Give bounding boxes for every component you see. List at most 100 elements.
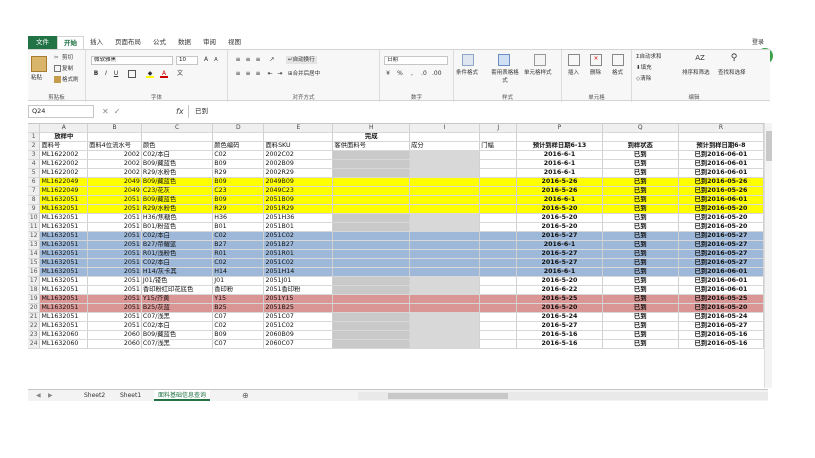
cell-arrival-status[interactable]: 已到 [602, 204, 679, 215]
cell-arrival-date[interactable]: 已到2016-05-26 [678, 186, 764, 197]
cell-serial[interactable]: 2051 [87, 240, 142, 251]
format-cells-button[interactable]: 格式 [612, 69, 623, 77]
column-header-J[interactable]: J [479, 124, 518, 134]
cell-color[interactable]: C07/浅黑 [141, 339, 214, 350]
cell-composition-redacted[interactable] [409, 231, 481, 242]
grow-font-icon[interactable]: A [202, 56, 210, 64]
cell-sku[interactable]: 2002R29 [263, 168, 334, 179]
ribbon-tab-0[interactable]: 文件 [28, 36, 57, 49]
align-left-icon[interactable]: ≡ [234, 70, 242, 78]
increase-indent-icon[interactable]: ⇥ [276, 70, 284, 78]
cell-sku[interactable]: 2049B09 [263, 177, 334, 188]
cell-arrival-date[interactable]: 已到2016-06-01 [678, 195, 764, 206]
cell-color-code[interactable]: C07 [212, 312, 265, 323]
cell-serial[interactable]: 2051 [87, 213, 142, 224]
cell-expected-date[interactable]: 2016-5-27 [516, 231, 603, 242]
cell-width-redacted[interactable] [479, 177, 518, 188]
cell-arrival-status[interactable]: 已到 [602, 285, 679, 296]
align-top-icon[interactable]: ≡ [234, 56, 242, 64]
insert-cells-icon[interactable] [568, 54, 580, 66]
cell-color-code[interactable]: B27 [212, 240, 265, 251]
cell-arrival-status[interactable]: 已到 [602, 339, 679, 350]
cell-color[interactable]: B25/灰蓝 [141, 303, 214, 314]
cell-h1[interactable]: 完成 [332, 132, 411, 143]
cell-composition-redacted[interactable] [409, 312, 481, 323]
number-format-select[interactable]: 日期 [384, 56, 448, 65]
ribbon-tab-1[interactable]: 开始 [57, 36, 84, 49]
cell-sku[interactable]: 2060C07 [263, 339, 334, 350]
cell-width-redacted[interactable] [479, 321, 518, 332]
wrap-text-button[interactable]: ↵自动换行 [286, 56, 317, 64]
cell-arrival-status[interactable]: 已到 [602, 330, 679, 341]
cell-fabric-no[interactable]: ML1632051 [39, 240, 89, 251]
cell-arrival-status[interactable]: 已到 [602, 321, 679, 332]
cell-composition-redacted[interactable] [409, 285, 481, 296]
cell-expected-date[interactable]: 2016-5-25 [516, 294, 603, 305]
cell-color[interactable]: Y15/芥黄 [141, 294, 214, 305]
header-d[interactable]: 颜色编码 [212, 141, 265, 152]
cell-composition-redacted[interactable] [409, 177, 481, 188]
cell-width-redacted[interactable] [479, 186, 518, 197]
cell-supplier-fabric-redacted[interactable] [332, 213, 411, 224]
cell-width-redacted[interactable] [479, 159, 518, 170]
cell-color[interactable]: B01/粉蓝色 [141, 222, 214, 233]
autosum-button[interactable]: Σ自动求和 [636, 53, 662, 61]
underline-icon[interactable]: U [112, 70, 120, 78]
cell-arrival-status[interactable]: 已到 [602, 159, 679, 170]
comma-icon[interactable]: , [408, 70, 416, 78]
cell-supplier-fabric-redacted[interactable] [332, 186, 411, 197]
cell-color-code[interactable]: B09 [212, 159, 265, 170]
cell-color[interactable]: C23/花灰 [141, 186, 214, 197]
cell-expected-date[interactable]: 2016-5-27 [516, 321, 603, 332]
paste-icon[interactable] [31, 56, 47, 72]
cell-empty[interactable] [602, 132, 679, 143]
cell-composition-redacted[interactable] [409, 150, 481, 161]
cell-color[interactable]: H36/焦糖色 [141, 213, 214, 224]
cell-arrival-status[interactable]: 已到 [602, 303, 679, 314]
cell-serial[interactable]: 2051 [87, 195, 142, 206]
cell-serial[interactable]: 2060 [87, 339, 142, 350]
cell-composition-redacted[interactable] [409, 276, 481, 287]
add-sheet-icon[interactable]: ⊕ [238, 390, 253, 401]
sort-filter-button[interactable]: 排序和筛选 [682, 69, 710, 77]
cell-supplier-fabric-redacted[interactable] [332, 159, 411, 170]
cell-sku[interactable]: 2051B09 [263, 195, 334, 206]
cell-width-redacted[interactable] [479, 312, 518, 323]
cell-sku[interactable]: 2051B25 [263, 303, 334, 314]
increase-decimal-icon[interactable]: .0 [420, 70, 428, 78]
ribbon-tab-2[interactable]: 插入 [84, 36, 109, 49]
find-select-button[interactable]: 查找和选择 [718, 69, 746, 77]
insert-cells-button[interactable]: 插入 [568, 69, 579, 77]
cell-composition-redacted[interactable] [409, 258, 481, 269]
cell-expected-date[interactable]: 2016-5-16 [516, 339, 603, 350]
cell-width-redacted[interactable] [479, 240, 518, 251]
cell-color[interactable]: R29/水粉色 [141, 168, 214, 179]
cell-supplier-fabric-redacted[interactable] [332, 330, 411, 341]
cell-serial[interactable]: 2051 [87, 204, 142, 215]
cell-supplier-fabric-redacted[interactable] [332, 168, 411, 179]
cell-fabric-no[interactable]: ML1632051 [39, 276, 89, 287]
column-header-B[interactable]: B [87, 124, 142, 134]
vertical-scroll-thumb[interactable] [766, 131, 772, 161]
cell-fabric-no[interactable]: ML1632051 [39, 312, 89, 323]
cell-arrival-date[interactable]: 已到2016-05-16 [678, 339, 764, 350]
cell-supplier-fabric-redacted[interactable] [332, 204, 411, 215]
cell-expected-date[interactable]: 2016-5-20 [516, 222, 603, 233]
cell-arrival-date[interactable]: 已到2016-05-20 [678, 213, 764, 224]
cell-expected-date[interactable]: 2016-5-20 [516, 204, 603, 215]
cell-arrival-date[interactable]: 已到2016-06-01 [678, 285, 764, 296]
cell-styles-icon[interactable] [534, 54, 546, 66]
cell-arrival-status[interactable]: 已到 [602, 231, 679, 242]
cell-arrival-date[interactable]: 已到2016-06-01 [678, 150, 764, 161]
cell-supplier-fabric-redacted[interactable] [332, 249, 411, 260]
cell-arrival-date[interactable]: 已到2016-05-16 [678, 330, 764, 341]
cell-arrival-date[interactable]: 已到2016-05-26 [678, 177, 764, 188]
cell-supplier-fabric-redacted[interactable] [332, 285, 411, 296]
cell-color-code[interactable]: H36 [212, 213, 265, 224]
formula-input[interactable]: 已到 [188, 105, 778, 118]
next-sheet-icon[interactable]: ▶ [44, 390, 57, 401]
cell-color[interactable]: B09/藏蓝色 [141, 195, 214, 206]
cell-empty[interactable] [87, 132, 142, 143]
cell-arrival-status[interactable]: 已到 [602, 258, 679, 269]
cell-supplier-fabric-redacted[interactable] [332, 312, 411, 323]
